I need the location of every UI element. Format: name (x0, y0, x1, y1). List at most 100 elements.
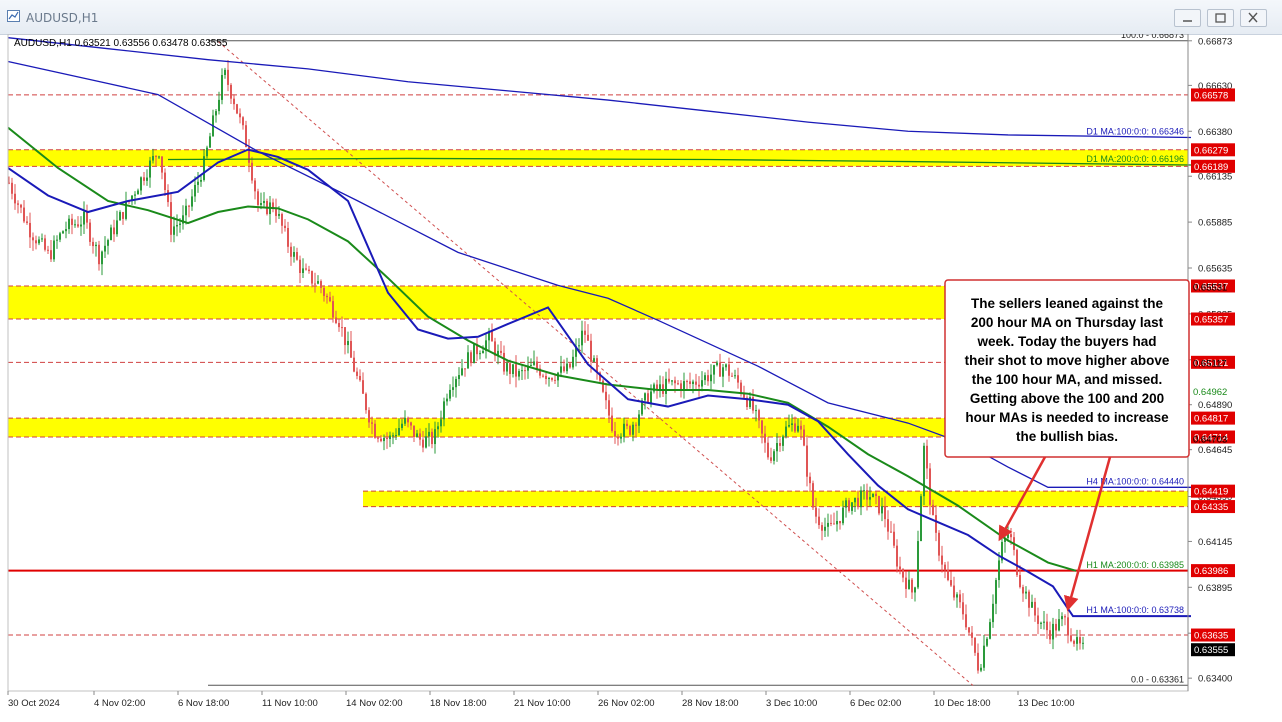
candle-body (146, 177, 148, 181)
candle-body (398, 427, 400, 436)
candle-body (1055, 623, 1057, 631)
price-tick-label: 0.64645 (1198, 445, 1232, 456)
price-tick-label: 0.66135 (1198, 172, 1232, 183)
candle-body (233, 98, 235, 105)
candle-body (773, 451, 775, 461)
candle-body (800, 425, 802, 430)
time-tick-label: 10 Dec 18:00 (934, 698, 991, 709)
candle-body (533, 361, 535, 365)
candle-body (206, 147, 208, 157)
candle-body (572, 356, 574, 368)
ma-label: H1 MA:100:0:0: 0.63738 (1086, 605, 1184, 615)
candle-body (119, 212, 121, 221)
candle-body (293, 252, 295, 257)
candle-body (143, 177, 145, 181)
candle-body (695, 381, 697, 385)
candle-body (167, 190, 169, 203)
candle-body (185, 205, 187, 216)
candle-body (116, 220, 118, 235)
candle-body (71, 218, 73, 225)
candle-body (950, 580, 952, 586)
candle-body (107, 240, 109, 246)
annotation-text-line: their shot to move higher above (965, 353, 1170, 368)
candle-body (554, 379, 556, 381)
candle-body (335, 317, 337, 323)
candle-body (542, 375, 544, 377)
candle-body (392, 435, 394, 437)
candle-body (842, 507, 844, 524)
close-button[interactable] (1240, 9, 1267, 27)
candle-body (989, 622, 991, 639)
candle-body (959, 594, 961, 603)
candle-body (947, 569, 949, 581)
candle-body (1025, 591, 1027, 594)
candle-body (341, 327, 343, 329)
candle-body (152, 155, 154, 161)
candle-body (818, 516, 820, 526)
zone-bottom-price-label: 0.66189 (1194, 162, 1228, 173)
candle-body (464, 368, 466, 370)
candle-body (905, 577, 907, 589)
candle-body (44, 238, 46, 250)
candle-body (383, 437, 385, 442)
candle-body (350, 341, 352, 358)
candle-body (254, 180, 256, 192)
ma-label: D1 MA:100:0:0: 0.66346 (1086, 127, 1184, 137)
price-tick-label: 0.65635 (1198, 263, 1232, 274)
candle-body (59, 233, 61, 240)
minimize-button[interactable] (1174, 9, 1201, 27)
candle-body (323, 287, 325, 296)
candle-body (353, 357, 355, 372)
candle-body (827, 522, 829, 527)
candle-body (1076, 637, 1078, 644)
zone-top-price-label: 0.64817 (1194, 414, 1228, 425)
candle-body (1073, 640, 1075, 644)
candle-body (251, 162, 253, 181)
candle-body (257, 191, 259, 205)
candle-body (851, 502, 853, 511)
candle-body (413, 425, 415, 438)
fib-100-label: 100.0 - 0.66873 (1121, 34, 1184, 40)
candle-body (191, 196, 193, 207)
candle-body (428, 431, 430, 437)
candle-body (908, 579, 910, 589)
candle-body (1046, 621, 1048, 631)
candle-body (377, 437, 379, 439)
candle-body (467, 352, 469, 369)
candle-body (452, 387, 454, 390)
candle-body (584, 330, 586, 335)
candle-body (68, 218, 70, 230)
candle-body (635, 424, 637, 426)
candle-body (839, 520, 841, 524)
candle-body (80, 224, 82, 227)
candle-body (302, 268, 304, 273)
title-bar[interactable]: AUDUSD,H1 (0, 0, 1282, 35)
candle-body (50, 250, 52, 260)
candle-body (356, 371, 358, 376)
price-tick-label: 0.63895 (1198, 583, 1232, 594)
candle-body (41, 238, 43, 240)
price-chart[interactable]: 0.668730.666300.663800.661350.658850.656… (0, 34, 1282, 722)
candle-body (17, 203, 19, 205)
candle-body (668, 378, 670, 382)
restore-button[interactable] (1207, 9, 1234, 27)
candle-body (53, 240, 55, 260)
candle-body (875, 493, 877, 496)
candle-body (578, 345, 580, 347)
chart-window: AUDUSD,H1 0.66873 0.66630 0.66380 0.66135 0.… (0, 0, 1282, 722)
candle-body (806, 445, 808, 477)
candle-body (716, 362, 718, 366)
candle-body (872, 493, 874, 498)
candle-body (602, 380, 604, 392)
candle-body (617, 436, 619, 439)
candle-body (707, 375, 709, 382)
candle-body (1079, 637, 1081, 644)
candle-body (791, 423, 793, 425)
candle-body (704, 375, 706, 381)
candle-body (95, 244, 97, 247)
axis-ma-value: 0.65531 (1193, 283, 1227, 294)
candle-body (779, 443, 781, 446)
time-tick-label: 6 Nov 18:00 (178, 698, 229, 709)
candle-body (89, 222, 91, 242)
candle-body (1031, 601, 1033, 608)
